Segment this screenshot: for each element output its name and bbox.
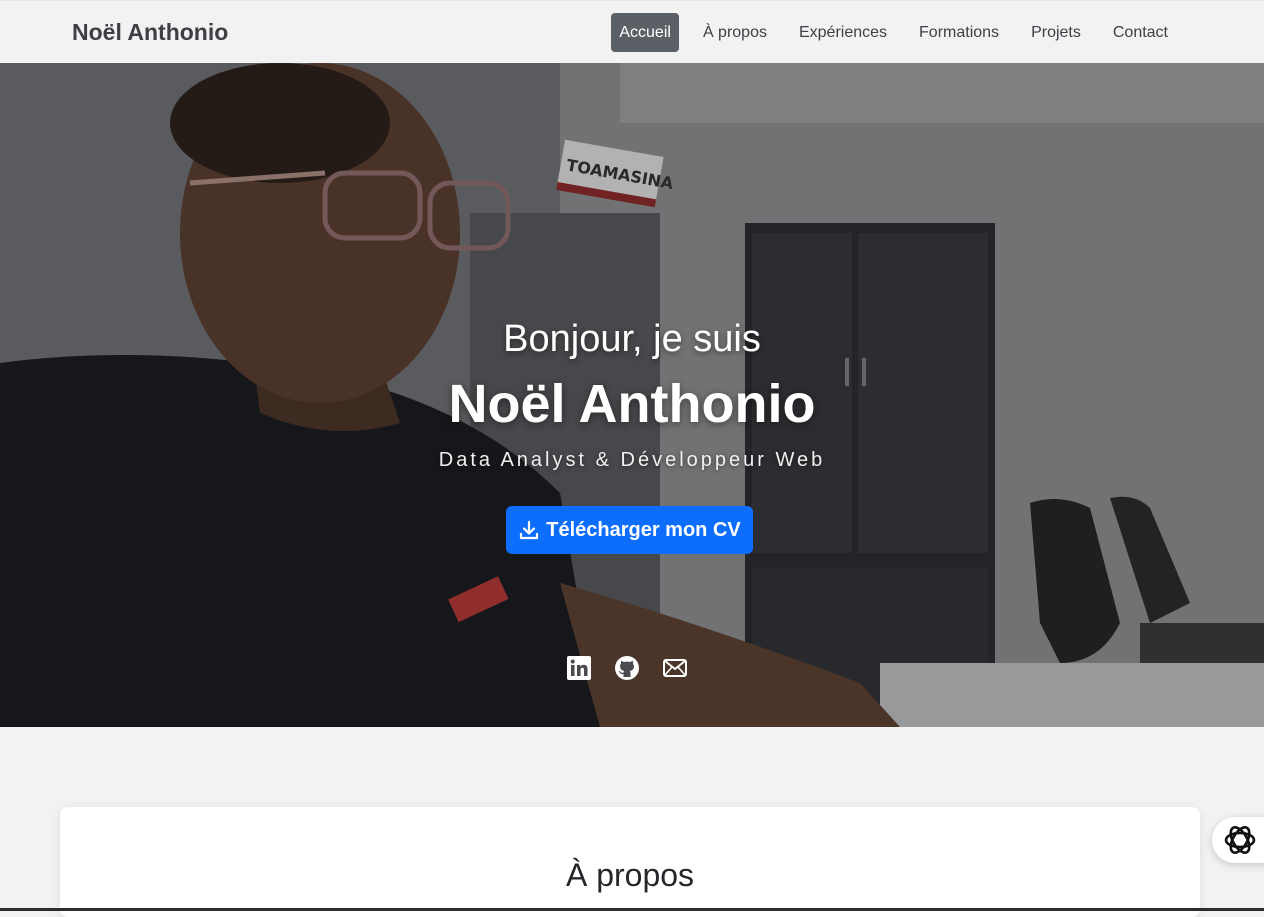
social-links xyxy=(566,655,688,681)
openai-icon xyxy=(1224,826,1256,854)
email-icon[interactable] xyxy=(662,655,688,681)
download-cv-label: Télécharger mon CV xyxy=(546,518,741,541)
nav-item-contact[interactable]: Contact xyxy=(1097,13,1184,52)
download-cv-button[interactable]: Télécharger mon CV xyxy=(506,506,753,554)
nav-menu: Accueil À propos Expériences Formations … xyxy=(611,13,1184,52)
top-navbar: Noël Anthonio Accueil À propos Expérienc… xyxy=(0,0,1264,63)
hero-name: Noël Anthonio xyxy=(448,374,816,434)
linkedin-icon[interactable] xyxy=(566,655,592,681)
site-brand[interactable]: Noël Anthonio xyxy=(72,19,228,46)
nav-item-accueil[interactable]: Accueil xyxy=(611,13,679,52)
download-icon xyxy=(520,520,539,540)
nav-item-a-propos[interactable]: À propos xyxy=(687,13,783,52)
floating-assistant-button[interactable] xyxy=(1212,817,1264,863)
hero-role: Data Analyst & Développeur Web xyxy=(438,449,826,471)
nav-item-formations[interactable]: Formations xyxy=(903,13,1015,52)
hero-content: Bonjour, je suis Noël Anthonio Data Anal… xyxy=(0,63,1264,727)
hero-greeting: Bonjour, je suis xyxy=(503,318,761,360)
about-section: À propos xyxy=(60,807,1200,917)
nav-item-projets[interactable]: Projets xyxy=(1015,13,1097,52)
about-title: À propos xyxy=(565,857,695,893)
nav-item-experiences[interactable]: Expériences xyxy=(783,13,903,52)
hero-section: TOAMASINA Bonjour, je suis Noël Anthonio xyxy=(0,63,1264,727)
github-icon[interactable] xyxy=(614,655,640,681)
